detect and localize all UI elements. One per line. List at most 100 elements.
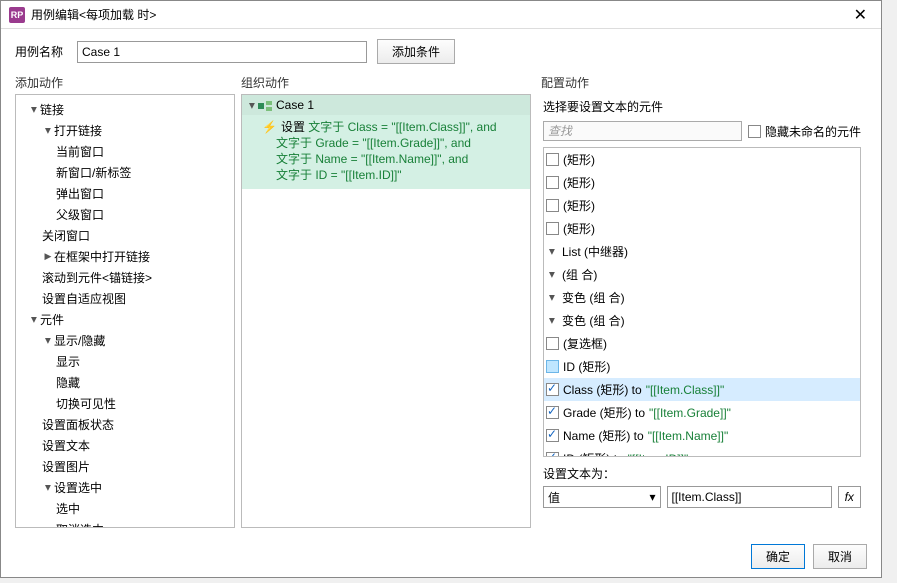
t: , and [442, 152, 469, 166]
node-popup-window[interactable]: 弹出窗口 [18, 183, 232, 204]
ok-button[interactable]: 确定 [751, 544, 805, 569]
chevron-down-icon[interactable] [546, 269, 558, 280]
node-open-link[interactable]: 打开链接 [18, 120, 232, 141]
chevron-right-icon[interactable] [42, 251, 54, 262]
node-set-selected[interactable]: 设置选中 [18, 477, 232, 498]
node-set-panel-state[interactable]: 设置面板状态 [18, 414, 232, 435]
chevron-down-icon[interactable] [42, 125, 54, 136]
label: 设置文本 [42, 437, 90, 454]
node-new-window[interactable]: 新窗口/新标签 [18, 162, 232, 183]
node-current-window[interactable]: 当前窗口 [18, 141, 232, 162]
label: 当前窗口 [56, 143, 104, 160]
widget-class[interactable]: Class (矩形) to "[[Item.Class]]" [544, 378, 860, 401]
node-link[interactable]: 链接 [18, 99, 232, 120]
close-icon[interactable]: ✕ [848, 5, 873, 25]
checkbox-icon[interactable] [546, 153, 559, 166]
widget-bianse-group-2[interactable]: 变色 (组 合) [544, 309, 860, 332]
widget-group[interactable]: (组 合) [544, 263, 860, 286]
checkbox-icon[interactable] [546, 383, 559, 396]
chevron-down-icon[interactable] [42, 482, 54, 493]
val: "[[Item.Grade]]" [649, 406, 731, 420]
node-parent-window[interactable]: 父级窗口 [18, 204, 232, 225]
label: 变色 (组 合) [562, 289, 625, 306]
case-name-input[interactable] [77, 41, 367, 63]
widget-list[interactable]: List (中继器) [544, 240, 860, 263]
label: Grade (矩形) to [563, 404, 645, 421]
widget-bianse-group[interactable]: 变色 (组 合) [544, 286, 860, 309]
label: 值 [548, 489, 560, 506]
t: "[[Item.Grade]]" [362, 136, 444, 150]
organize-panel: Case 1 ⚡ 设置 文字于 Class = "[[Item.Class]]",… [241, 94, 531, 528]
checkbox-icon[interactable] [546, 360, 559, 373]
widget-id-rect[interactable]: ID (矩形) [544, 355, 860, 378]
label: 切换可见性 [56, 395, 116, 412]
t: "[[Item.Class]]" [391, 120, 470, 134]
widget-id[interactable]: ID (矩形) to "[[Item.ID]]" [544, 447, 860, 457]
widget-rect[interactable]: (矩形) [544, 217, 860, 240]
t: 文字于 Grade = [276, 136, 362, 150]
chevron-down-icon[interactable] [246, 100, 258, 111]
chevron-down-icon[interactable] [42, 335, 54, 346]
label: 变色 (组 合) [562, 312, 625, 329]
app-icon: RP [9, 7, 25, 23]
label: 显示 [56, 353, 80, 370]
node-unselected[interactable]: 取消选中 [18, 519, 232, 528]
configure-panel: 选择要设置文本的元件 查找 隐藏未命名的元件 (矩形) (矩形) (矩形) (矩… [537, 94, 867, 528]
widget-checkbox-rect[interactable]: (复选框) [544, 332, 860, 355]
label: 选中 [56, 500, 80, 517]
node-toggle-visibility[interactable]: 切换可见性 [18, 393, 232, 414]
node-show-hide[interactable]: 显示/隐藏 [18, 330, 232, 351]
column-headers: 添加动作 组织动作 配置动作 [1, 74, 881, 94]
case-name-label: 用例名称 [15, 43, 63, 60]
node-set-image[interactable]: 设置图片 [18, 456, 232, 477]
label: List (中继器) [562, 243, 628, 260]
value-input[interactable] [667, 486, 832, 508]
node-close-window[interactable]: 关闭窗口 [18, 225, 232, 246]
node-set-text[interactable]: 设置文本 [18, 435, 232, 456]
action-row[interactable]: ⚡ 设置 文字于 Class = "[[Item.Class]]" , and 文字… [242, 115, 530, 189]
checkbox-icon[interactable] [546, 222, 559, 235]
fx-button[interactable]: fx [838, 486, 862, 508]
t: 文字于 Class = [305, 120, 391, 134]
label: 显示/隐藏 [54, 332, 105, 349]
search-input[interactable]: 查找 [543, 121, 742, 141]
widget-name[interactable]: Name (矩形) to "[[Item.Name]]" [544, 424, 860, 447]
widget-grade[interactable]: Grade (矩形) to "[[Item.Grade]]" [544, 401, 860, 424]
cancel-button[interactable]: 取消 [813, 544, 867, 569]
chevron-down-icon[interactable] [28, 314, 40, 325]
action-prefix: 设置 [281, 120, 305, 134]
checkbox-icon[interactable] [546, 429, 559, 442]
widget-tree: (矩形) (矩形) (矩形) (矩形) List (中继器) (组 合) 变色 … [543, 147, 861, 457]
node-open-in-frame[interactable]: 在框架中打开链接 [18, 246, 232, 267]
checkbox-icon[interactable] [546, 199, 559, 212]
node-selected[interactable]: 选中 [18, 498, 232, 519]
label: Name (矩形) to [563, 427, 644, 444]
label: ID (矩形) to [563, 450, 624, 457]
checkbox-icon[interactable] [546, 337, 559, 350]
node-scroll-to[interactable]: 滚动到元件<锚链接> [18, 267, 232, 288]
widget-rect[interactable]: (矩形) [544, 171, 860, 194]
checkbox-icon[interactable] [546, 406, 559, 419]
label: 链接 [40, 101, 64, 118]
case-row[interactable]: Case 1 [242, 95, 530, 115]
checkbox-icon[interactable] [546, 176, 559, 189]
chevron-down-icon[interactable] [546, 246, 558, 257]
chevron-down-icon[interactable] [546, 292, 558, 303]
node-show[interactable]: 显示 [18, 351, 232, 372]
bolt-icon: ⚡ [262, 120, 277, 134]
label: (矩形) [563, 151, 595, 168]
node-widget[interactable]: 元件 [18, 309, 232, 330]
window-title: 用例编辑<每项加载 时> [31, 6, 848, 23]
hide-unnamed-toggle[interactable]: 隐藏未命名的元件 [748, 123, 861, 140]
checkbox-icon[interactable] [748, 125, 761, 138]
header-configure: 配置动作 [541, 74, 867, 94]
label: 父级窗口 [56, 206, 104, 223]
value-type-select[interactable]: 值▾ [543, 486, 661, 508]
add-condition-button[interactable]: 添加条件 [377, 39, 455, 64]
node-hide[interactable]: 隐藏 [18, 372, 232, 393]
chevron-down-icon[interactable] [28, 104, 40, 115]
widget-rect[interactable]: (矩形) [544, 148, 860, 171]
widget-rect[interactable]: (矩形) [544, 194, 860, 217]
node-set-adaptive[interactable]: 设置自适应视图 [18, 288, 232, 309]
chevron-down-icon[interactable] [546, 315, 558, 326]
